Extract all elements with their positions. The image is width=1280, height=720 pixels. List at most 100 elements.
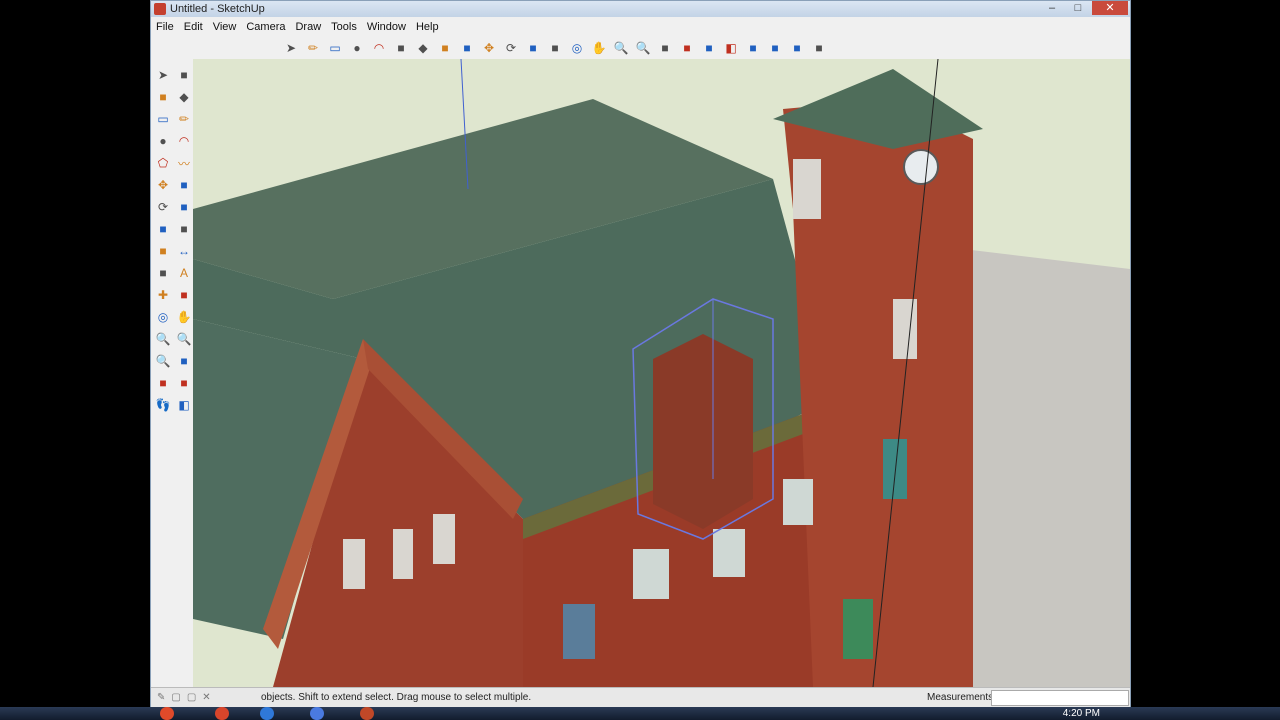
offset-icon[interactable]: ■ [174, 219, 194, 239]
section-plane-icon[interactable]: ◧ [174, 395, 194, 415]
window [393, 529, 413, 579]
extension-icon[interactable]: ■ [787, 39, 807, 57]
menu-bar: File Edit View Camera Draw Tools Window … [151, 18, 1130, 36]
taskbar-app-icon[interactable] [215, 707, 229, 720]
select-icon[interactable]: ➤ [281, 39, 301, 57]
walk-icon[interactable]: 👣 [153, 395, 173, 415]
taskbar-app-icon[interactable] [360, 707, 374, 720]
push-pull-icon[interactable]: ■ [174, 175, 194, 195]
window [433, 514, 455, 564]
geo-location-icon[interactable]: ✎ [157, 692, 165, 703]
photo-texture-icon[interactable]: ■ [765, 39, 785, 57]
user-icon[interactable]: ▢ [187, 692, 196, 703]
orbit-icon[interactable]: ◎ [153, 307, 173, 327]
offset-icon[interactable]: ■ [545, 39, 565, 57]
menu-window[interactable]: Window [362, 21, 411, 33]
measurements-label: Measurements [927, 692, 994, 703]
zoom-icon[interactable]: 🔍 [611, 39, 631, 57]
select-icon[interactable]: ➤ [153, 65, 173, 85]
scale-icon[interactable]: ■ [153, 219, 173, 239]
axes-icon[interactable]: ✚ [153, 285, 173, 305]
make-component-icon[interactable]: ■ [391, 39, 411, 57]
push-pull-icon[interactable]: ■ [457, 39, 477, 57]
taskbar-app-icon[interactable] [260, 707, 274, 720]
text-icon[interactable]: A [174, 263, 194, 283]
menu-file[interactable]: File [151, 21, 179, 33]
start-button[interactable] [160, 707, 174, 720]
rotate-icon[interactable]: ⟳ [153, 197, 173, 217]
rectangle-icon[interactable]: ▭ [153, 109, 173, 129]
window-title: Untitled - SketchUp [170, 3, 265, 15]
model-viewport[interactable] [193, 59, 1130, 687]
window [843, 599, 873, 659]
sketchup-window: Untitled - SketchUp – □ ✕ File Edit View… [150, 0, 1131, 707]
scale-icon[interactable]: ■ [523, 39, 543, 57]
window [343, 539, 365, 589]
arc-icon[interactable]: ◠ [174, 131, 194, 151]
arc-icon[interactable]: ◠ [369, 39, 389, 57]
get-models-icon[interactable]: ■ [655, 39, 675, 57]
dormer [653, 334, 753, 529]
3d-text-icon[interactable]: ■ [174, 285, 194, 305]
section-icon[interactable]: ◧ [721, 39, 741, 57]
polygon-icon[interactable]: ⬠ [153, 153, 173, 173]
status-bar: ✎ ▢ ▢ ✕ objects. Shift to extend select.… [151, 687, 1130, 707]
rectangle-icon[interactable]: ▭ [325, 39, 345, 57]
tape-measure-icon[interactable]: ■ [153, 241, 173, 261]
rotate-icon[interactable]: ⟳ [501, 39, 521, 57]
warehouse-icon[interactable]: ■ [743, 39, 763, 57]
move-icon[interactable]: ✥ [479, 39, 499, 57]
minimize-button[interactable]: – [1040, 1, 1064, 15]
circle-icon[interactable]: ● [347, 39, 367, 57]
measurements-input[interactable] [991, 690, 1129, 706]
previous-view-icon[interactable]: ■ [174, 351, 194, 371]
follow-me-icon[interactable]: ■ [174, 197, 194, 217]
close-button[interactable]: ✕ [1092, 1, 1128, 15]
line-icon[interactable]: ✏ [174, 109, 194, 129]
window [883, 439, 907, 499]
maximize-button[interactable]: □ [1066, 1, 1090, 15]
circle-icon[interactable]: ● [153, 131, 173, 151]
status-text: objects. Shift to extend select. Drag mo… [261, 692, 532, 703]
freehand-icon[interactable]: 〰 [174, 153, 194, 173]
zoom-window-icon[interactable]: 🔍 [174, 329, 194, 349]
zoom-icon[interactable]: 🔍 [153, 329, 173, 349]
large-tool-set: ➤ ■ ■ ◆ ▭ ✏ ● ◠ ⬠ 〰 ✥ ■ ⟳ ■ ■ ■ ■ ↔ ■ A ✚ ■ ◎ ✋ 🔍 🔍 🔍 ■ ■ ■ 👣 ◧ [153, 65, 193, 415]
move-icon[interactable]: ✥ [153, 175, 173, 195]
window [793, 159, 821, 219]
layers-icon[interactable]: ■ [809, 39, 829, 57]
menu-tools[interactable]: Tools [326, 21, 362, 33]
instructor-icon[interactable]: ✕ [202, 692, 210, 703]
zoom-extents-icon[interactable]: 🔍 [153, 351, 173, 371]
menu-draw[interactable]: Draw [290, 21, 326, 33]
zoom-extents-icon[interactable]: 🔍 [633, 39, 653, 57]
position-camera-icon[interactable]: ■ [153, 373, 173, 393]
protractor-icon[interactable]: ■ [153, 263, 173, 283]
title-bar[interactable]: Untitled - SketchUp – □ ✕ [151, 1, 1130, 17]
component-icon[interactable]: ■ [699, 39, 719, 57]
window [633, 549, 669, 599]
pan-icon[interactable]: ✋ [589, 39, 609, 57]
share-model-icon[interactable]: ■ [677, 39, 697, 57]
building-model [193, 59, 1130, 687]
eraser-icon[interactable]: ◆ [413, 39, 433, 57]
paint-bucket-icon[interactable]: ■ [435, 39, 455, 57]
windows-taskbar: 4:20 PM [0, 707, 1280, 720]
window [783, 479, 813, 525]
menu-view[interactable]: View [208, 21, 242, 33]
look-around-icon[interactable]: ■ [174, 373, 194, 393]
orbit-icon[interactable]: ◎ [567, 39, 587, 57]
menu-edit[interactable]: Edit [179, 21, 208, 33]
pan-icon[interactable]: ✋ [174, 307, 194, 327]
menu-help[interactable]: Help [411, 21, 444, 33]
make-component-icon[interactable]: ■ [174, 65, 194, 85]
menu-camera[interactable]: Camera [241, 21, 290, 33]
main-toolbar: ➤ ✏ ▭ ● ◠ ■ ◆ ■ ■ ✥ ⟳ ■ ■ ◎ ✋ 🔍 🔍 ■ ■ ■ ◧ ■ ■ ■ ■ [281, 38, 829, 58]
clock-face [903, 149, 939, 185]
credits-icon[interactable]: ▢ [171, 692, 180, 703]
paint-bucket-icon[interactable]: ■ [153, 87, 173, 107]
eraser-icon[interactable]: ◆ [174, 87, 194, 107]
line-icon[interactable]: ✏ [303, 39, 323, 57]
dimension-icon[interactable]: ↔ [174, 241, 194, 261]
taskbar-app-icon[interactable] [310, 707, 324, 720]
